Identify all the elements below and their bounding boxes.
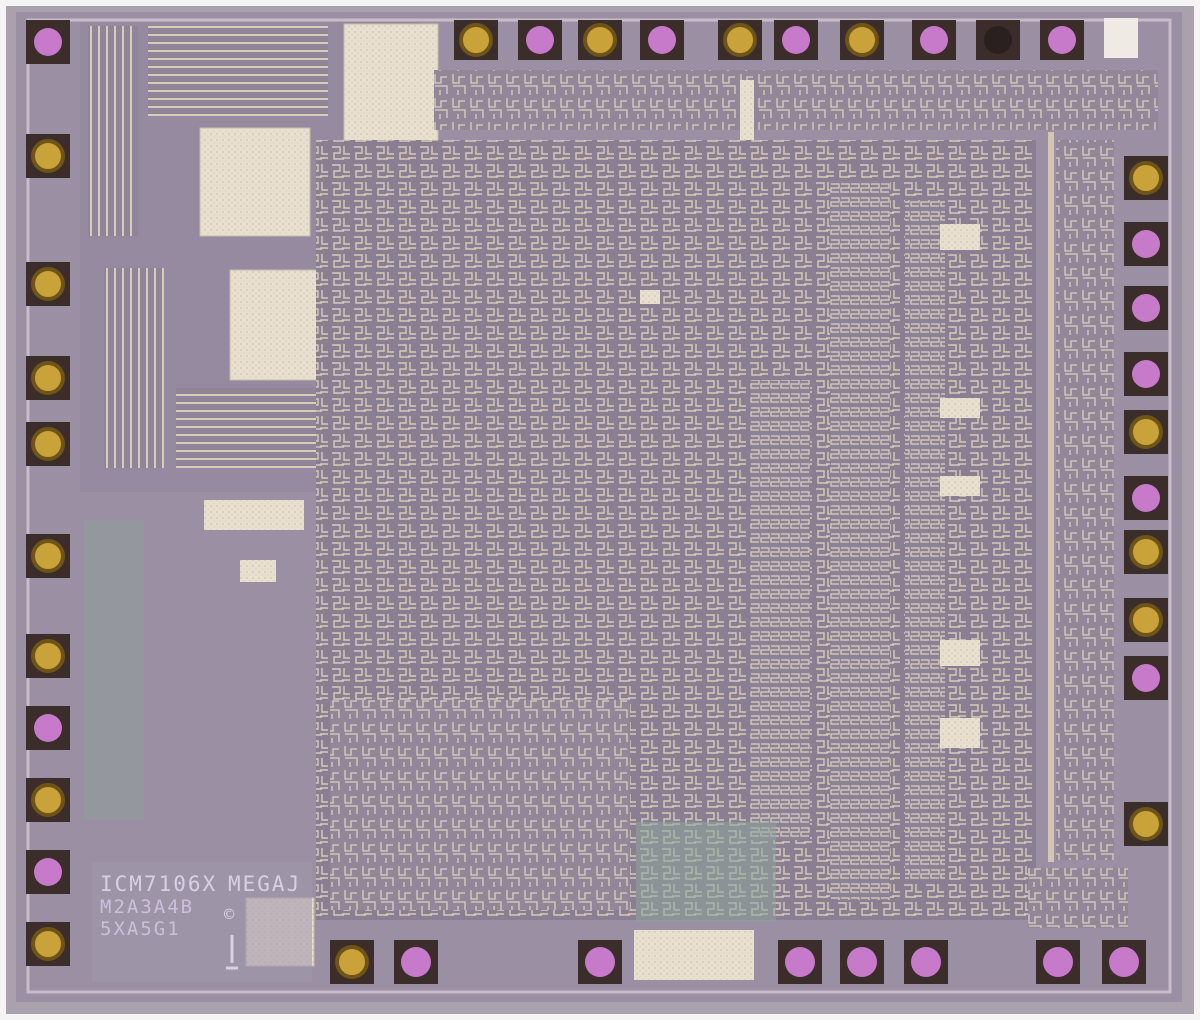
mask-code-line-2: 5XA5G1 [100, 918, 181, 940]
mask-code-line-1: M2A3A4B [100, 896, 195, 918]
maker-marking: MEGAJ [228, 872, 302, 896]
right-io-strip [1056, 140, 1114, 860]
top-io-strip [434, 70, 1158, 130]
copyright-symbol: © [224, 905, 237, 925]
bottom-io-strip [1028, 868, 1128, 928]
part-number-marking: ICM7106X [100, 872, 218, 896]
counter-column-2 [830, 180, 890, 900]
die-photo [6, 6, 1194, 1014]
counter-column-3 [905, 200, 945, 880]
green-region-2 [84, 520, 144, 820]
decoder-block [330, 700, 630, 910]
green-region [636, 822, 776, 922]
counter-column-1 [750, 380, 810, 840]
